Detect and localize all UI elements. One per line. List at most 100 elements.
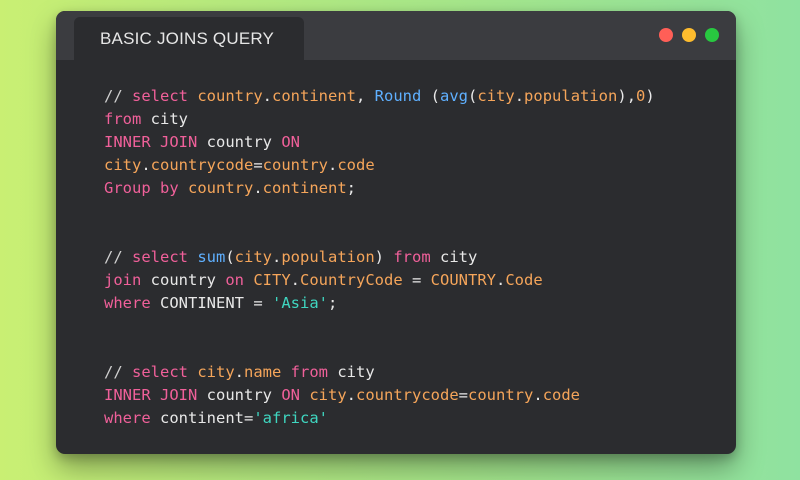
close-dot-icon[interactable] <box>659 28 673 42</box>
code-token-identifier: country <box>468 386 534 404</box>
code-token-identifier: countrycode <box>150 156 254 174</box>
code-token-string: 'africa' <box>253 409 328 427</box>
code-token-keyword: ON <box>281 386 300 404</box>
code-token-plain: . <box>328 156 338 174</box>
code-token-plain: = <box>458 386 469 404</box>
code-token-identifier: city <box>234 248 272 266</box>
code-token-identifier: city <box>104 156 142 174</box>
code-token-plain: = <box>402 271 431 289</box>
code-token-identifier: city <box>197 363 235 381</box>
code-token-plain: . <box>346 386 357 404</box>
code-token-identifier: city <box>477 87 515 105</box>
code-token-identifier: country <box>197 87 263 105</box>
code-token-identifier: city <box>309 386 347 404</box>
code-token-keyword: join <box>104 271 142 289</box>
code-token-plain: ( <box>421 87 441 105</box>
code-token-keyword: select <box>132 363 198 381</box>
code-token-plain: city <box>430 248 478 266</box>
code-token-comment: // <box>104 248 132 266</box>
code-token-keyword: from <box>290 363 328 381</box>
code-token-comment: // <box>104 87 132 105</box>
code-token-identifier: CountryCode <box>300 271 403 289</box>
code-token-keyword: Group by <box>104 179 179 197</box>
code-token-identifier: continent <box>262 179 347 197</box>
code-token-keyword: ON <box>281 133 300 151</box>
code-line: INNER JOIN country ON <box>104 131 655 154</box>
code-line: // select city.name from city <box>104 361 655 384</box>
code-token-identifier: code <box>542 386 581 404</box>
window-controls <box>659 28 719 42</box>
code-token-identifier: 0 <box>636 87 646 105</box>
code-token-function: avg <box>440 87 469 105</box>
code-token-identifier: name <box>244 363 282 381</box>
code-token-plain: . <box>262 87 272 105</box>
code-token-plain: country <box>197 133 282 151</box>
code-token-plain: continent= <box>150 409 254 427</box>
code-token-plain: city <box>141 110 188 128</box>
code-token-plain: ) <box>645 87 655 105</box>
code-token-identifier: Code <box>505 271 543 289</box>
minimize-dot-icon[interactable] <box>682 28 696 42</box>
code-token-keyword: on <box>225 271 244 289</box>
code-token-identifier: continent <box>272 87 356 105</box>
code-token-identifier: countrycode <box>356 386 459 404</box>
code-line: join country on CITY.CountryCode = COUNT… <box>104 269 655 292</box>
code-line: // select country.continent, Round (avg(… <box>104 85 655 108</box>
code-token-string: 'Asia' <box>272 294 328 312</box>
code-token-plain: CONTINENT = <box>150 294 272 312</box>
code-token-keyword: select <box>132 87 198 105</box>
code-token-keyword: from <box>393 248 431 266</box>
code-token-identifier: CITY <box>253 271 291 289</box>
code-token-identifier: country <box>188 179 254 197</box>
code-token-comment: // <box>104 363 132 381</box>
code-line: where continent='africa' <box>104 407 655 430</box>
code-token-identifier: population <box>281 248 375 266</box>
code-token-plain: country <box>197 386 282 404</box>
code-token-plain: ; <box>328 294 338 312</box>
code-line: where CONTINENT = 'Asia'; <box>104 292 655 315</box>
code-token-keyword: select <box>132 248 198 266</box>
code-token-keyword: INNER JOIN <box>104 133 198 151</box>
code-token-plain: . <box>533 386 543 404</box>
code-token-keyword: INNER JOIN <box>104 386 198 404</box>
code-token-plain: = <box>253 156 263 174</box>
code-block: // select country.continent, Round (avg(… <box>104 85 655 430</box>
code-line: city.countrycode=country.code <box>104 154 655 177</box>
tab-basic-joins-query[interactable]: BASIC JOINS QUERY <box>74 17 304 60</box>
code-line: INNER JOIN country ON city.countrycode=c… <box>104 384 655 407</box>
code-token-plain: ( <box>225 248 235 266</box>
code-token-function: sum <box>197 248 226 266</box>
code-line: from city <box>104 108 655 131</box>
code-line: Group by country.continent; <box>104 177 655 200</box>
code-token-plain: . <box>234 363 244 381</box>
code-token-plain: . <box>253 179 263 197</box>
code-token-identifier: code <box>337 156 375 174</box>
code-token-identifier: COUNTRY <box>430 271 496 289</box>
code-token-identifier: population <box>524 87 618 105</box>
code-token-plain: . <box>496 271 506 289</box>
title-bar: BASIC JOINS QUERY <box>56 11 736 60</box>
code-token-identifier: country <box>262 156 328 174</box>
code-token-plain: . <box>290 271 301 289</box>
code-line: // select sum(city.population) from city <box>104 246 655 269</box>
code-token-plain: . <box>141 156 151 174</box>
code-token-keyword: from <box>104 110 142 128</box>
code-token-function: Round <box>374 87 422 105</box>
code-token-plain: ) <box>374 248 394 266</box>
code-token-plain: ), <box>617 87 637 105</box>
code-token-plain: country <box>141 271 226 289</box>
code-token-plain: , <box>356 87 375 105</box>
code-token-keyword: where <box>104 409 151 427</box>
code-token-plain: ( <box>468 87 478 105</box>
code-token-plain: . <box>514 87 525 105</box>
maximize-dot-icon[interactable] <box>705 28 719 42</box>
code-token-keyword: where <box>104 294 151 312</box>
code-token-plain: . <box>272 248 282 266</box>
